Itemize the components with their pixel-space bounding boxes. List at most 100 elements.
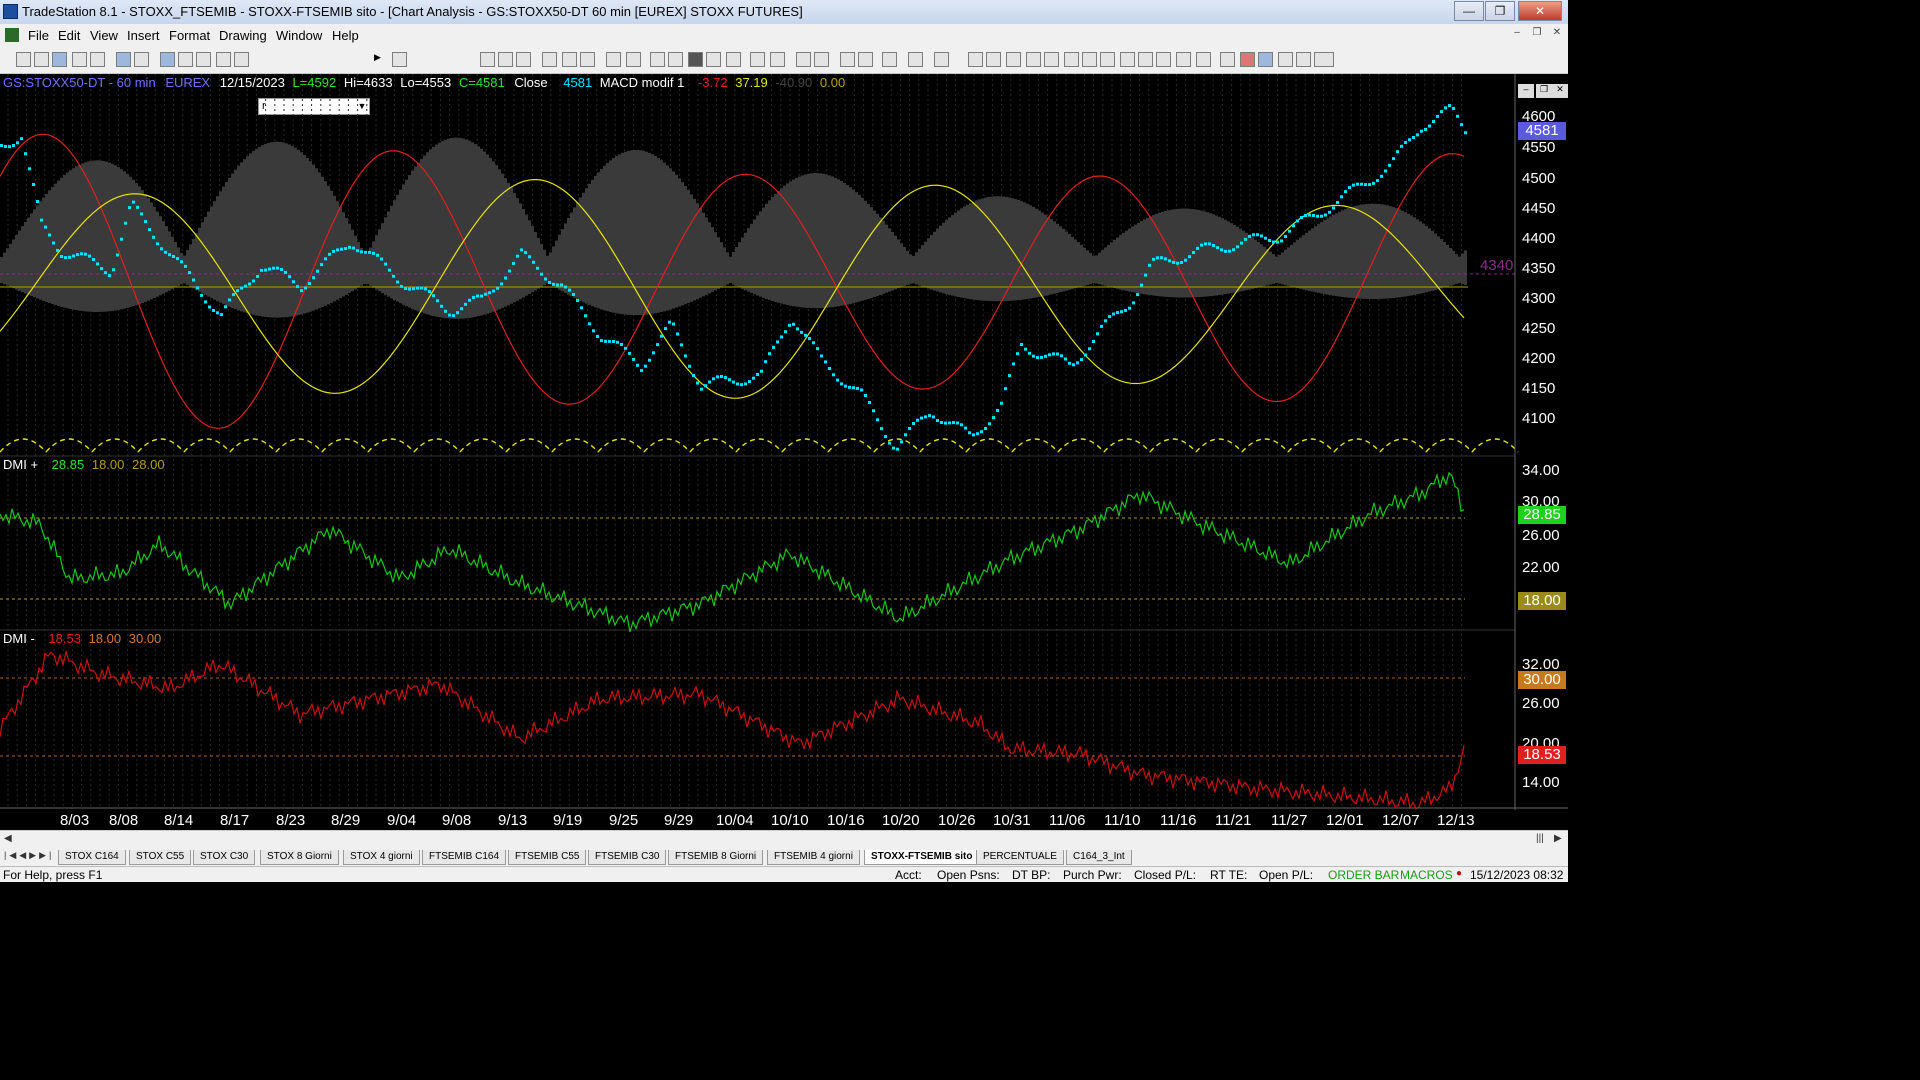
pencil-icon[interactable] — [1196, 52, 1211, 67]
tab-c164-3-int[interactable]: C164_3_Int — [1066, 850, 1132, 865]
wave-icon[interactable] — [542, 52, 557, 67]
scroll-left-icon[interactable]: ◀ — [4, 833, 12, 844]
tab-ftsemib-c30[interactable]: FTSEMIB C30 — [588, 850, 667, 865]
indicator-icon[interactable] — [562, 52, 577, 67]
tab-stox-c55[interactable]: STOX C55 — [129, 850, 192, 865]
menu-insert[interactable]: Insert — [127, 28, 160, 43]
order-bar-button[interactable]: ORDER BAR — [1328, 868, 1399, 882]
scanner-icon[interactable] — [688, 52, 703, 67]
new-window-icon[interactable] — [72, 52, 87, 67]
pane-restore-button[interactable]: ❐ — [1536, 84, 1552, 98]
new-icon[interactable] — [16, 52, 31, 67]
tab-ftsemib-8-giorni[interactable]: FTSEMIB 8 Giorni — [668, 850, 764, 865]
speed-lines-icon[interactable] — [1044, 52, 1059, 67]
palette-icon[interactable] — [234, 52, 249, 67]
tab-percentuale[interactable]: PERCENTUALE — [976, 850, 1064, 865]
restore-button[interactable]: ❐ — [1485, 1, 1515, 21]
print-preview-icon[interactable] — [134, 52, 149, 67]
save-icon[interactable] — [90, 52, 105, 67]
angle-icon[interactable] — [1120, 52, 1135, 67]
menu-view[interactable]: View — [90, 28, 118, 43]
hotlist-icon[interactable] — [726, 52, 741, 67]
ellipse-icon[interactable] — [1278, 52, 1293, 67]
cloud-bar — [870, 207, 873, 298]
arrow-down-icon[interactable] — [1240, 52, 1255, 67]
arc2-icon[interactable] — [1220, 52, 1235, 67]
tab-stox-8-giorni[interactable]: STOX 8 Giorni — [260, 850, 339, 865]
table-icon[interactable] — [516, 52, 531, 67]
pitchfork-icon[interactable] — [1156, 52, 1171, 67]
tab-ftsemib-c55[interactable]: FTSEMIB C55 — [508, 850, 587, 865]
arrow-up-icon[interactable] — [1258, 52, 1273, 67]
tab-nav-icon[interactable]: |◀◀▶▶| — [4, 850, 54, 861]
price-point — [1372, 181, 1375, 185]
rectangle-icon[interactable] — [1296, 52, 1311, 67]
tab-stoxx-ftsemib-sito[interactable]: STOXX-FTSEMIB sito — [864, 850, 980, 865]
menu-edit[interactable]: Edit — [58, 28, 80, 43]
fib-icon[interactable] — [1082, 52, 1097, 67]
minimize-button[interactable]: — — [1454, 1, 1484, 21]
open-icon[interactable] — [34, 52, 49, 67]
mdi-minimize-button[interactable]: – — [1508, 27, 1526, 43]
close-button[interactable]: ✕ — [1518, 1, 1562, 21]
tab-stox-c164[interactable]: STOX C164 — [58, 850, 126, 865]
cascade-icon[interactable] — [178, 52, 193, 67]
price-tick: 4150 — [1522, 380, 1556, 397]
gann-fan-icon[interactable] — [1064, 52, 1079, 67]
bar-chart-icon[interactable] — [498, 52, 513, 67]
cloud-bar — [1395, 208, 1398, 298]
zoom-in-icon[interactable] — [796, 52, 811, 67]
tools-icon[interactable] — [882, 52, 897, 67]
tab-stox-4-giorni[interactable]: STOX 4 giorni — [343, 850, 420, 865]
tab-ftsemib-c164[interactable]: FTSEMIB C164 — [422, 850, 507, 865]
menu-drawing[interactable]: Drawing — [219, 28, 267, 43]
tab-stox-c30[interactable]: STOX C30 — [193, 850, 256, 865]
play-icon[interactable]: ▶ — [374, 52, 389, 67]
symbol-lookup-icon[interactable] — [392, 52, 407, 67]
radar-icon[interactable] — [650, 52, 665, 67]
disabled-icon[interactable] — [934, 52, 949, 67]
mdi-restore-button[interactable]: ❐ — [1528, 27, 1546, 43]
horizontal-lines-icon[interactable] — [1006, 52, 1021, 67]
pointer-icon[interactable] — [840, 52, 855, 67]
menu-format[interactable]: Format — [169, 28, 210, 43]
chart-type-icon[interactable] — [480, 52, 495, 67]
data-window-icon[interactable] — [858, 52, 873, 67]
zoom-bars-icon[interactable] — [750, 52, 765, 67]
tab-ftsemib-4-giorni[interactable]: FTSEMIB 4 giorni — [767, 850, 860, 865]
send-icon[interactable] — [908, 52, 923, 67]
scroll-right-icon[interactable]: ▶ — [1554, 833, 1562, 844]
arrow-lr-icon[interactable] — [1138, 52, 1153, 67]
lock-icon[interactable] — [196, 52, 211, 67]
scroll-thumb-icon[interactable]: ||| — [1536, 833, 1544, 844]
channel-icon[interactable] — [1026, 52, 1041, 67]
mdi-close-button[interactable]: ✕ — [1548, 27, 1566, 43]
arc-icon[interactable] — [1176, 52, 1191, 67]
format-icon[interactable] — [606, 52, 621, 67]
link-icon[interactable] — [216, 52, 231, 67]
print-icon[interactable] — [116, 52, 131, 67]
menu-file[interactable]: File — [28, 28, 49, 43]
strategy-icon[interactable] — [580, 52, 595, 67]
options-icon[interactable] — [706, 52, 721, 67]
open-workspace-icon[interactable] — [52, 52, 67, 67]
menu-help[interactable]: Help — [332, 28, 359, 43]
trendline-icon[interactable] — [968, 52, 983, 67]
matrix-icon[interactable] — [668, 52, 683, 67]
price-point — [968, 431, 971, 435]
zoom-out-icon[interactable] — [814, 52, 829, 67]
chart-area[interactable] — [0, 74, 1568, 830]
pane-close-button[interactable]: ✕ — [1552, 84, 1568, 98]
menu-window[interactable]: Window — [276, 28, 322, 43]
macros-button[interactable]: MACROS — [1400, 868, 1453, 882]
compress-bars-icon[interactable] — [770, 52, 785, 67]
vertical-lines-icon[interactable] — [986, 52, 1001, 67]
text-icon[interactable] — [1314, 52, 1334, 67]
date-tick: 9/08 — [442, 812, 472, 829]
pane-minimize-button[interactable]: – — [1518, 84, 1534, 98]
price-tick: 4200 — [1522, 350, 1556, 367]
window-list-icon[interactable] — [160, 52, 175, 67]
refresh-icon[interactable] — [626, 52, 641, 67]
horizontal-scrollbar[interactable]: ◀ ||| ▶ — [0, 830, 1568, 848]
time-zones-icon[interactable] — [1100, 52, 1115, 67]
